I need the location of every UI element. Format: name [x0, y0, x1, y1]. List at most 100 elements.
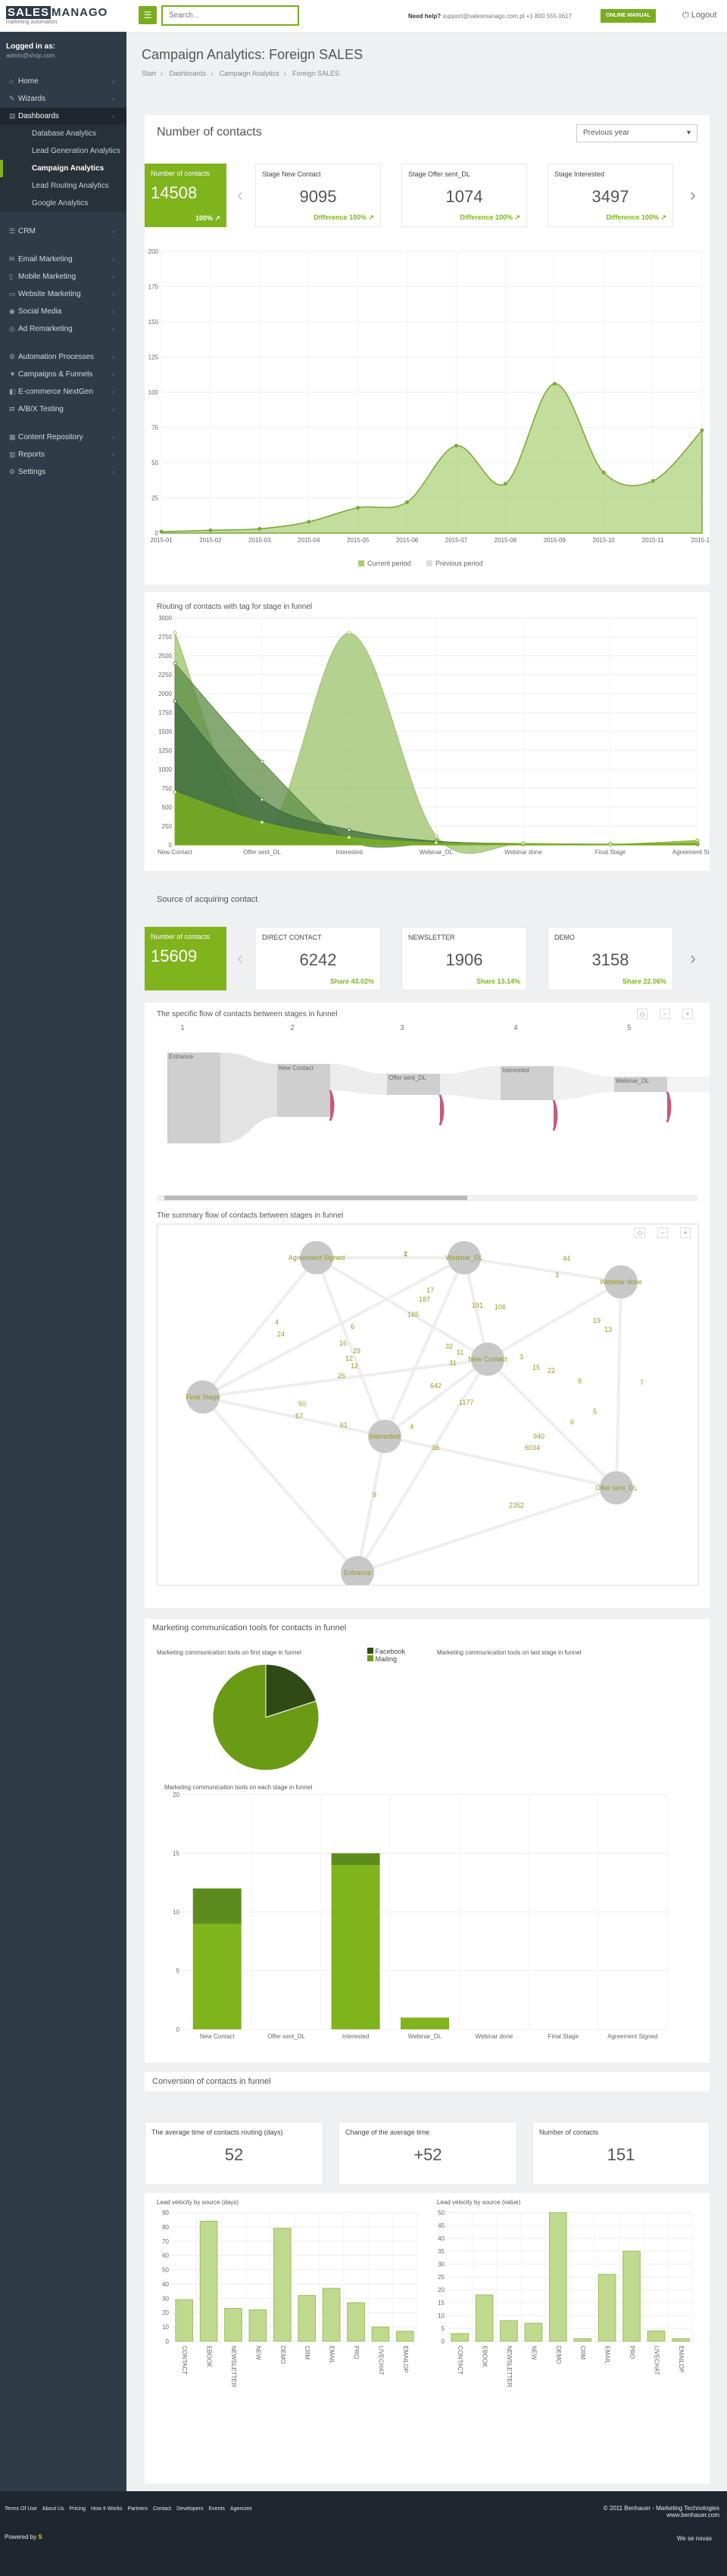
sidebar-item-email-marketing[interactable]: ✉ Email Marketing ‹ [0, 251, 126, 268]
x-tick-label: Webinar_DL [420, 849, 454, 856]
velocity-days-chart: 0 10 20 30 40 50 60 70 80 90 CONTACT EBOOK NEWSLETTE… [162, 2210, 418, 2387]
footer-link[interactable]: Developers [176, 2506, 203, 2512]
reset-icon[interactable]: ◇ [637, 1009, 647, 1019]
sidebar-item-lead-generation-analytics[interactable]: Lead Generation Analytics [0, 142, 126, 160]
contacts-card: Number of contacts Previous year ▾ Number… [145, 115, 710, 585]
sidebar-item-social-media[interactable]: ◉ Social Media ‹ [0, 303, 126, 320]
y-tick-label: 3000 [158, 615, 172, 622]
topbar: ☰ Need help? support@salesmanago.com.pl … [126, 0, 727, 33]
sidebar-item-a-b-x-testing[interactable]: ⇄ A/B/X Testing ‹ [0, 401, 126, 418]
x-tick-label: 2015-02 [199, 537, 222, 544]
chevron-left-icon[interactable]: ‹ [237, 185, 243, 206]
legend-label: Current period [367, 560, 411, 567]
y-tick-label: 90 [162, 2210, 169, 2216]
conversion-stat: Number of contacts 151 [532, 2122, 710, 2185]
chevron-icon: ‹ [112, 406, 114, 413]
flow-node-label: New Contact [279, 1065, 314, 1071]
graph-edge-label: 8 [578, 1377, 582, 1385]
zoom-in-icon[interactable]: + [680, 1227, 691, 1238]
y-tick-label: 30 [438, 2261, 445, 2268]
velocity-value-chart: 0 5 10 15 20 25 30 35 40 45 50 CONTACT EBOOK NEWSLETT… [438, 2210, 694, 2387]
first-stage-title: Marketing communication tools on first s… [157, 1649, 301, 1656]
graph-edge-label: 13 [604, 1326, 612, 1333]
x-tick-label: Webinar done [476, 2033, 513, 2040]
sidebar-item-database-analytics[interactable]: Database Analytics [0, 125, 126, 142]
bar [298, 2295, 317, 2342]
zoom-out-icon[interactable]: − [657, 1227, 668, 1238]
nav-icon: ▤ [9, 112, 16, 120]
menu-toggle-button[interactable]: ☰ [139, 6, 157, 24]
legend-item: Facebook [367, 1648, 405, 1655]
footer-link[interactable]: Pricing [70, 2506, 86, 2512]
chevron-icon: ‹ [112, 451, 114, 458]
zoom-in-icon[interactable]: + [682, 1009, 693, 1019]
data-point [521, 841, 526, 846]
y-tick-label: 1750 [158, 709, 172, 716]
sidebar-item-campaigns-funnels[interactable]: ▼ Campaigns & Funnels ‹ [0, 366, 126, 383]
search-input[interactable] [161, 5, 299, 26]
flow-link [667, 1077, 710, 1092]
x-tick-label: 2015-09 [544, 537, 566, 544]
nav-icon: ▥ [9, 451, 16, 458]
data-point [356, 506, 360, 510]
sidebar-item-google-analytics[interactable]: Google Analytics [0, 195, 126, 212]
stat-share: Share 43.02% [329, 978, 374, 985]
breadcrumb-item[interactable]: Campaign Analytics [220, 70, 279, 77]
sidebar-item-home[interactable]: ⌂ Home ‹ [0, 73, 126, 90]
sidebar-item-reports[interactable]: ▥ Reports ‹ [0, 446, 126, 463]
zoom-out-icon[interactable]: − [660, 1009, 670, 1019]
scrollbar-thumb[interactable] [164, 1196, 467, 1200]
sidebar-item-mobile-marketing[interactable]: ▯ Mobile Marketing ‹ [0, 268, 126, 285]
y-tick-label: 75 [151, 425, 158, 432]
breadcrumb-item: Foreign SALES [292, 70, 340, 77]
x-tick-label: CONTACT [457, 2346, 463, 2375]
logo[interactable]: SALES MANAGO marketing automation [0, 0, 126, 32]
chevron-icon: ‹ [112, 434, 114, 441]
sidebar-item-ad-remarketing[interactable]: ◎ Ad Remarketing ‹ [0, 320, 126, 338]
sidebar-item-content-repository[interactable]: ▦ Content Repository ‹ [0, 429, 126, 446]
reset-icon[interactable]: ◇ [635, 1227, 645, 1238]
bar [347, 2302, 365, 2342]
footer-link[interactable]: How It Works [91, 2506, 123, 2512]
graph-edge-label: 2352 [509, 1502, 524, 1509]
sidebar-item-lead-routing-analytics[interactable]: Lead Routing Analytics [0, 177, 126, 195]
online-manual-button[interactable]: ONLINE MANUAL [601, 9, 656, 23]
support-contact[interactable]: support@salesmanago.com.pl +1 800 555 06… [442, 13, 572, 20]
bar [524, 2322, 543, 2342]
sidebar-item-settings[interactable]: ⚙ Settings ‹ [0, 463, 126, 481]
chevron-right-icon[interactable]: › [690, 185, 696, 206]
footer-link[interactable]: Agencies [230, 2506, 252, 2512]
nav-icon: ⇄ [9, 405, 15, 413]
footer-link[interactable]: Events [209, 2506, 225, 2512]
data-point [347, 828, 351, 832]
chevron-left-icon[interactable]: ‹ [237, 948, 243, 969]
bar [192, 1923, 242, 2029]
sidebar-item-website-marketing[interactable]: ▭ Website Marketing ‹ [0, 285, 126, 303]
breadcrumb-item[interactable]: Dashboards [170, 70, 207, 77]
logout-link[interactable]: ⏻ Logout [682, 11, 716, 20]
company-url[interactable]: www.benhauer.com [604, 2512, 719, 2518]
bar [598, 2274, 616, 2342]
sidebar-item-automation-processes[interactable]: ⚙ Automation Processes ‹ [0, 348, 126, 366]
last-stage-title: Marketing communication tools on last st… [437, 1649, 582, 1656]
horizontal-scrollbar[interactable] [157, 1195, 697, 1201]
bar [401, 2017, 449, 2029]
period-select[interactable]: Previous year ▾ [576, 124, 697, 142]
sidebar-item-wizards[interactable]: ✎ Wizards ‹ [0, 90, 126, 108]
sidebar-item-dashboards[interactable]: ▤ Dashboards ‹ [0, 108, 126, 125]
sidebar-item-e-commerce-nextgen[interactable]: ◧ E-commerce NextGen ‹ [0, 383, 126, 401]
chevron-icon: ‹ [112, 469, 114, 476]
footer-link[interactable]: Terms Of Use [5, 2506, 37, 2512]
footer-link[interactable]: Contact [153, 2506, 171, 2512]
data-point [307, 519, 311, 524]
sidebar-item-crm[interactable]: ☰ CRM ‹ [0, 223, 126, 240]
x-tick-label: 2015-04 [298, 537, 320, 544]
x-tick-label: Webinar done [504, 849, 542, 856]
dropoff-link [438, 1094, 445, 1126]
chevron-right-icon[interactable]: › [690, 948, 696, 969]
data-point [503, 482, 507, 486]
footer-link[interactable]: About Us [42, 2506, 64, 2512]
sidebar-item-campaign-analytics[interactable]: Campaign Analytics [0, 160, 126, 177]
breadcrumb-item[interactable]: Start [142, 70, 156, 77]
footer-link[interactable]: Partners [128, 2506, 148, 2512]
